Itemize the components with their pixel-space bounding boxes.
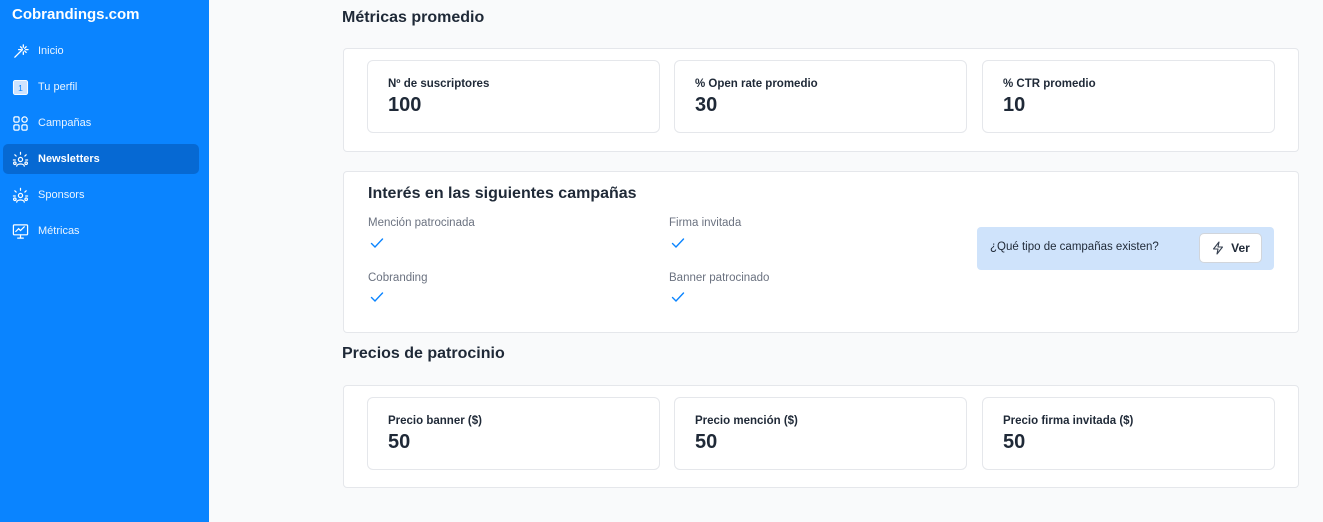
sidebar-item-sponsors[interactable]: Sponsors <box>3 180 199 210</box>
stat-label: Nº de suscriptores <box>388 78 490 90</box>
metrics-section-title: Métricas promedio <box>342 9 485 26</box>
campaign-types-callout: ¿Qué tipo de campañas existen? Ver <box>977 227 1274 270</box>
sidebar-item-label: Tu perfil <box>38 81 78 93</box>
prices-section-title: Precios de patrocinio <box>342 345 505 362</box>
profile-card-icon: 1 <box>11 78 29 96</box>
price-value: 50 <box>695 431 718 453</box>
price-card-firma: Precio firma invitada ($) 50 <box>982 397 1275 470</box>
ver-button-label: Ver <box>1231 241 1250 255</box>
sidebar-item-inicio[interactable]: Inicio <box>3 36 199 66</box>
price-card-mencion: Precio mención ($) 50 <box>674 397 967 470</box>
stat-value: 10 <box>1003 94 1026 116</box>
price-value: 50 <box>1003 431 1026 453</box>
option-label-mencion: Mención patrocinada <box>368 217 475 229</box>
sidebar-item-newsletters[interactable]: Newsletters <box>3 144 199 174</box>
sidebar-item-metricas[interactable]: Métricas <box>3 216 199 246</box>
newsletter-icon <box>11 150 29 168</box>
sidebar-item-label: Newsletters <box>38 153 100 165</box>
stat-label: % Open rate promedio <box>695 78 818 90</box>
check-icon <box>370 292 384 303</box>
prices-panel: Precio banner ($) 50 Precio mención ($) … <box>343 385 1299 488</box>
sidebar-item-campanas[interactable]: Campañas <box>3 108 199 138</box>
stat-card-open-rate: % Open rate promedio 30 <box>674 60 967 133</box>
sidebar-item-label: Sponsors <box>38 189 85 201</box>
sidebar-item-label: Métricas <box>38 225 80 237</box>
price-label: Precio firma invitada ($) <box>1003 415 1134 427</box>
grid-icon <box>11 114 29 132</box>
price-label: Precio mención ($) <box>695 415 798 427</box>
option-label-firma: Firma invitada <box>669 217 742 229</box>
stat-value: 30 <box>695 94 718 116</box>
lightning-icon <box>1213 241 1224 255</box>
option-label-banner: Banner patrocinado <box>669 272 770 284</box>
check-icon <box>370 238 384 249</box>
interest-panel: Interés en las siguientes campañas Menci… <box>343 171 1299 333</box>
check-icon <box>671 292 685 303</box>
price-label: Precio banner ($) <box>388 415 482 427</box>
svg-text:1: 1 <box>18 82 23 92</box>
stat-label: % CTR promedio <box>1003 78 1096 90</box>
main-content: Métricas promedio Nº de suscriptores 100… <box>209 0 1323 522</box>
option-label-cobranding: Cobranding <box>368 272 428 284</box>
interest-section-title: Interés en las siguientes campañas <box>368 185 637 202</box>
stat-value: 100 <box>388 94 422 116</box>
sponsors-icon <box>11 186 29 204</box>
sidebar-nav: Inicio 1 Tu perfil Campañas Newsletters … <box>3 36 199 252</box>
callout-text: ¿Qué tipo de campañas existen? <box>990 241 1159 253</box>
sidebar-item-tu-perfil[interactable]: 1 Tu perfil <box>3 72 199 102</box>
sidebar-item-label: Campañas <box>38 117 92 129</box>
brand-logo[interactable]: Cobrandings.com <box>12 6 140 23</box>
stat-card-subscribers: Nº de suscriptores 100 <box>367 60 660 133</box>
price-value: 50 <box>388 431 411 453</box>
magic-wand-icon <box>11 42 29 60</box>
ver-button[interactable]: Ver <box>1199 233 1262 263</box>
stat-card-ctr: % CTR promedio 10 <box>982 60 1275 133</box>
check-icon <box>671 238 685 249</box>
price-card-banner: Precio banner ($) 50 <box>367 397 660 470</box>
sidebar: Cobrandings.com Inicio 1 Tu perfil Campa… <box>0 0 209 522</box>
metrics-panel: Nº de suscriptores 100 % Open rate prome… <box>343 48 1299 152</box>
metrics-icon <box>11 222 29 240</box>
sidebar-item-label: Inicio <box>38 45 64 57</box>
